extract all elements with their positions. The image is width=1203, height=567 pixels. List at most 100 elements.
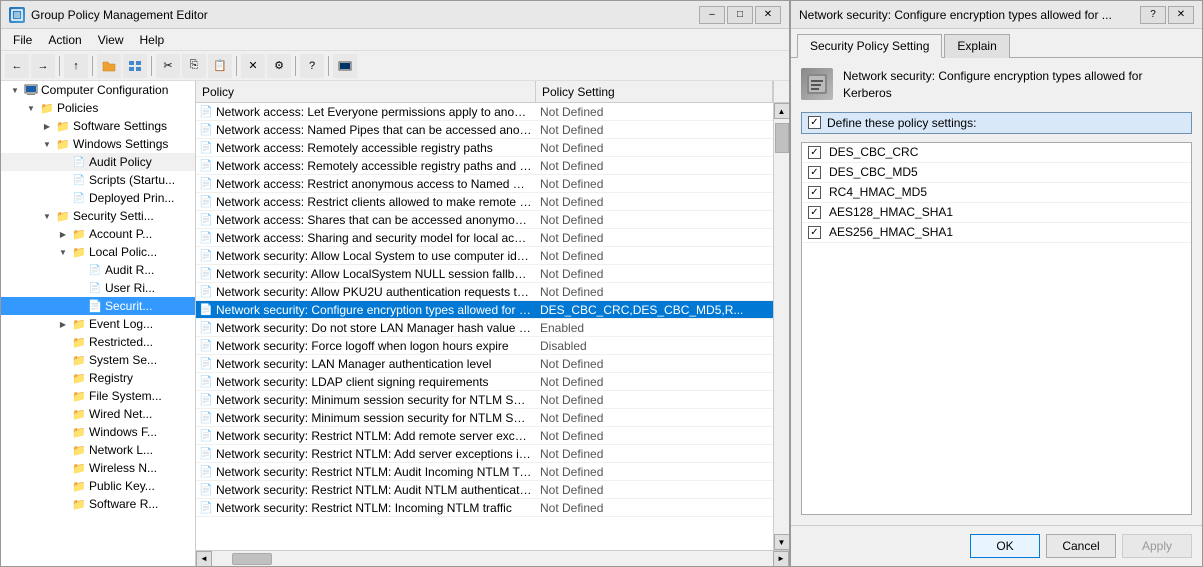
h-scroll-thumb[interactable] bbox=[232, 553, 272, 565]
folder-button[interactable] bbox=[97, 54, 121, 78]
list-row[interactable]: 📄Network security: Restrict NTLM: Audit … bbox=[196, 481, 773, 499]
dialog-close-btn[interactable]: ✕ bbox=[1168, 6, 1194, 24]
help-button[interactable]: ? bbox=[300, 54, 324, 78]
tree-item-registry[interactable]: 📁 Registry bbox=[1, 369, 195, 387]
list-row[interactable]: 📄Network security: Allow LocalSystem NUL… bbox=[196, 265, 773, 283]
list-row[interactable]: 📄Network access: Sharing and security mo… bbox=[196, 229, 773, 247]
paste-button[interactable]: 📋 bbox=[208, 54, 232, 78]
forward-button[interactable]: → bbox=[31, 54, 55, 78]
list-row[interactable]: 📄Network access: Shares that can be acce… bbox=[196, 211, 773, 229]
maximize-button[interactable]: □ bbox=[727, 6, 753, 24]
tree-item-account[interactable]: ▶ 📁 Account P... bbox=[1, 225, 195, 243]
menu-view[interactable]: View bbox=[90, 31, 132, 49]
tree-expand-policies[interactable]: ▼ bbox=[23, 100, 39, 116]
menu-file[interactable]: File bbox=[5, 31, 40, 49]
enc-checkbox-des_cbc_md5[interactable] bbox=[808, 166, 821, 179]
menu-help[interactable]: Help bbox=[132, 31, 173, 49]
tree-expand-sw[interactable]: ▶ bbox=[39, 118, 55, 134]
tree-item-wireless[interactable]: 📁 Wireless N... bbox=[1, 459, 195, 477]
list-scrollbar[interactable]: ▲ ▼ bbox=[773, 103, 789, 550]
enc-checkbox-aes256_hmac_sha1[interactable] bbox=[808, 226, 821, 239]
scroll-right-arrow[interactable]: ► bbox=[773, 551, 789, 567]
list-row[interactable]: 📄Network access: Remotely accessible reg… bbox=[196, 157, 773, 175]
tree-item-windows-f[interactable]: 📁 Windows F... bbox=[1, 423, 195, 441]
list-row[interactable]: 📄Network security: Configure encryption … bbox=[196, 301, 773, 319]
tree-item-network-l[interactable]: 📁 Network L... bbox=[1, 441, 195, 459]
back-button[interactable]: ← bbox=[5, 54, 29, 78]
tree-item-file-system[interactable]: 📁 File System... bbox=[1, 387, 195, 405]
list-row[interactable]: 📄Network security: Minimum session secur… bbox=[196, 409, 773, 427]
delete-button[interactable]: ✕ bbox=[241, 54, 265, 78]
tree-item-wired-net[interactable]: 📁 Wired Net... bbox=[1, 405, 195, 423]
cancel-button[interactable]: Cancel bbox=[1046, 534, 1116, 558]
tree-root[interactable]: ▼ Computer Configuration bbox=[1, 81, 195, 99]
list-scroll[interactable]: 📄Network access: Let Everyone permission… bbox=[196, 103, 773, 550]
tree-item-restricted[interactable]: 📁 Restricted... bbox=[1, 333, 195, 351]
tree-expand-root[interactable]: ▼ bbox=[7, 82, 23, 98]
list-row[interactable]: 📄Network access: Restrict clients allowe… bbox=[196, 193, 773, 211]
tree-item-software-settings[interactable]: ▶ 📁 Software Settings bbox=[1, 117, 195, 135]
tree-item-scripts[interactable]: 📄 Scripts (Startu... bbox=[1, 171, 195, 189]
scroll-up-arrow[interactable]: ▲ bbox=[774, 103, 790, 119]
copy-button[interactable]: ⎘ bbox=[182, 54, 206, 78]
properties-button[interactable]: ⚙ bbox=[267, 54, 291, 78]
tree-item-deployed[interactable]: 📄 Deployed Prin... bbox=[1, 189, 195, 207]
tree-item-audit-r[interactable]: 📄 Audit R... bbox=[1, 261, 195, 279]
tree-item-policies[interactable]: ▼ 📁 Policies bbox=[1, 99, 195, 117]
list-row[interactable]: 📄Network security: Allow PKU2U authentic… bbox=[196, 283, 773, 301]
scroll-down-arrow[interactable]: ▼ bbox=[774, 534, 790, 550]
view-button[interactable] bbox=[123, 54, 147, 78]
tree-item-software-r[interactable]: 📁 Software R... bbox=[1, 495, 195, 513]
list-row[interactable]: 📄Network access: Let Everyone permission… bbox=[196, 103, 773, 121]
tree-expand-ws[interactable]: ▼ bbox=[39, 136, 55, 152]
menu-action[interactable]: Action bbox=[40, 31, 89, 49]
tree-item-audit-policy[interactable]: 📄 Audit Policy bbox=[1, 153, 195, 171]
ok-button[interactable]: OK bbox=[970, 534, 1040, 558]
up-button[interactable]: ↑ bbox=[64, 54, 88, 78]
enc-checkbox-aes128_hmac_sha1[interactable] bbox=[808, 206, 821, 219]
tree-item-system-se[interactable]: 📁 System Se... bbox=[1, 351, 195, 369]
tree-item-windows-settings[interactable]: ▼ 📁 Windows Settings bbox=[1, 135, 195, 153]
tree-item-security-settings[interactable]: ▼ 📁 Security Setti... bbox=[1, 207, 195, 225]
tree-item-event-log[interactable]: ▶ 📁 Event Log... bbox=[1, 315, 195, 333]
list-row[interactable]: 📄Network security: LAN Manager authentic… bbox=[196, 355, 773, 373]
list-row[interactable]: 📄Network security: Force logoff when log… bbox=[196, 337, 773, 355]
tree-expand-sec[interactable]: ▼ bbox=[39, 208, 55, 224]
define-label: Define these policy settings: bbox=[827, 116, 976, 130]
tree-expand-account[interactable]: ▶ bbox=[55, 226, 71, 242]
scroll-thumb[interactable] bbox=[775, 123, 789, 153]
list-row[interactable]: 📄Network security: Minimum session secur… bbox=[196, 391, 773, 409]
tab-explain[interactable]: Explain bbox=[944, 34, 1009, 58]
console-button[interactable] bbox=[333, 54, 357, 78]
dialog-help-btn[interactable]: ? bbox=[1140, 6, 1166, 24]
apply-button[interactable]: Apply bbox=[1122, 534, 1192, 558]
list-row[interactable]: 📄Network security: Restrict NTLM: Audit … bbox=[196, 463, 773, 481]
tree-item-public-key[interactable]: 📁 Public Key... bbox=[1, 477, 195, 495]
enc-checkbox-rc4_hmac_md5[interactable] bbox=[808, 186, 821, 199]
col-header-policy[interactable]: Policy bbox=[196, 81, 536, 102]
scroll-left-arrow[interactable]: ◄ bbox=[196, 551, 212, 567]
tree-expand-event[interactable]: ▶ bbox=[55, 316, 71, 332]
define-checkbox[interactable] bbox=[808, 116, 821, 129]
tree-item-user-ri[interactable]: 📄 User Ri... bbox=[1, 279, 195, 297]
tree-item-security[interactable]: 📄 Securit... bbox=[1, 297, 195, 315]
close-button[interactable]: ✕ bbox=[755, 6, 781, 24]
col-header-setting[interactable]: Policy Setting bbox=[536, 81, 773, 102]
list-horizontal-scrollbar[interactable]: ◄ ► bbox=[196, 550, 789, 566]
tree-item-local-policy[interactable]: ▼ 📁 Local Polic... bbox=[1, 243, 195, 261]
minimize-button[interactable]: – bbox=[699, 6, 725, 24]
tree-expand-local[interactable]: ▼ bbox=[55, 244, 71, 260]
list-row[interactable]: 📄Network security: Restrict NTLM: Add se… bbox=[196, 445, 773, 463]
tab-security-policy[interactable]: Security Policy Setting bbox=[797, 34, 942, 58]
enc-checkbox-des_cbc_crc[interactable] bbox=[808, 146, 821, 159]
list-row[interactable]: 📄Network security: Allow Local System to… bbox=[196, 247, 773, 265]
list-row[interactable]: 📄Network security: Restrict NTLM: Add re… bbox=[196, 427, 773, 445]
list-row[interactable]: 📄Network security: LDAP client signing r… bbox=[196, 373, 773, 391]
cut-button[interactable]: ✂ bbox=[156, 54, 180, 78]
list-row[interactable]: 📄Network access: Restrict anonymous acce… bbox=[196, 175, 773, 193]
list-row[interactable]: 📄Network security: Do not store LAN Mana… bbox=[196, 319, 773, 337]
enc-item: DES_CBC_MD5 bbox=[802, 163, 1191, 183]
list-row[interactable]: 📄Network security: Restrict NTLM: Incomi… bbox=[196, 499, 773, 517]
list-row[interactable]: 📄Network access: Remotely accessible reg… bbox=[196, 139, 773, 157]
list-row[interactable]: 📄Network access: Named Pipes that can be… bbox=[196, 121, 773, 139]
